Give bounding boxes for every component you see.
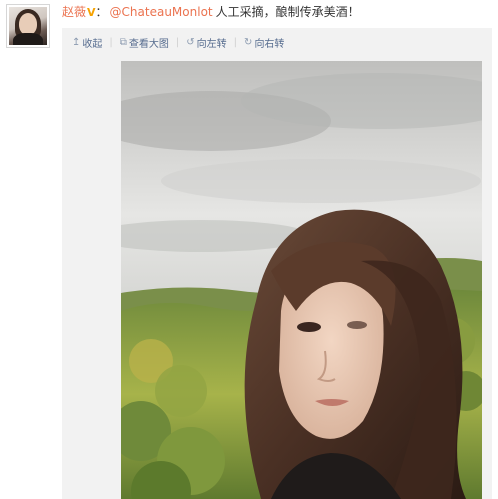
divider: | <box>233 36 238 48</box>
author-name[interactable]: 赵薇 <box>62 5 86 19</box>
post-content: 人工采摘，酿制传承美酒！ <box>215 5 360 19</box>
rotate-right-button[interactable]: ↻ 向右转 <box>244 35 284 50</box>
collapse-label: 收起 <box>82 38 103 50</box>
rotate-left-button[interactable]: ↺ 向左转 <box>186 35 226 50</box>
rotate-right-label: 向右转 <box>254 38 285 50</box>
media-toolbar: ↥ 收起 | ⧉ 查看大图 | ↺ 向左转 | ↻ 向右转 <box>72 34 284 50</box>
avatar-image <box>9 7 47 45</box>
arrow-up-icon: ↥ <box>72 36 81 48</box>
divider: | <box>109 36 113 48</box>
collapse-button[interactable]: ↥ 收起 <box>72 35 102 50</box>
rotate-left-icon: ↺ <box>186 36 195 48</box>
avatar[interactable] <box>6 4 50 48</box>
post-photo[interactable] <box>121 61 482 499</box>
divider: | <box>175 36 180 48</box>
rotate-left-label: 向左转 <box>196 38 227 50</box>
post-text: 赵薇V： @ChateauMonlot 人工采摘，酿制传承美酒！ <box>62 4 492 21</box>
post-header: 赵薇V： @ChateauMonlot 人工采摘，酿制传承美酒！ <box>62 4 492 21</box>
colon: ： <box>95 5 108 19</box>
media-card: ↥ 收起 | ⧉ 查看大图 | ↺ 向左转 | ↻ 向右转 <box>62 28 492 499</box>
rotate-right-icon: ↻ <box>244 36 253 48</box>
enlarge-icon: ⧉ <box>119 36 127 48</box>
view-large-button[interactable]: ⧉ 查看大图 <box>120 35 169 50</box>
vip-badge-icon[interactable]: V <box>87 6 96 19</box>
photo-image <box>121 61 482 499</box>
mention-link[interactable]: @ChateauMonlot <box>110 5 213 19</box>
view-large-label: 查看大图 <box>128 38 169 50</box>
